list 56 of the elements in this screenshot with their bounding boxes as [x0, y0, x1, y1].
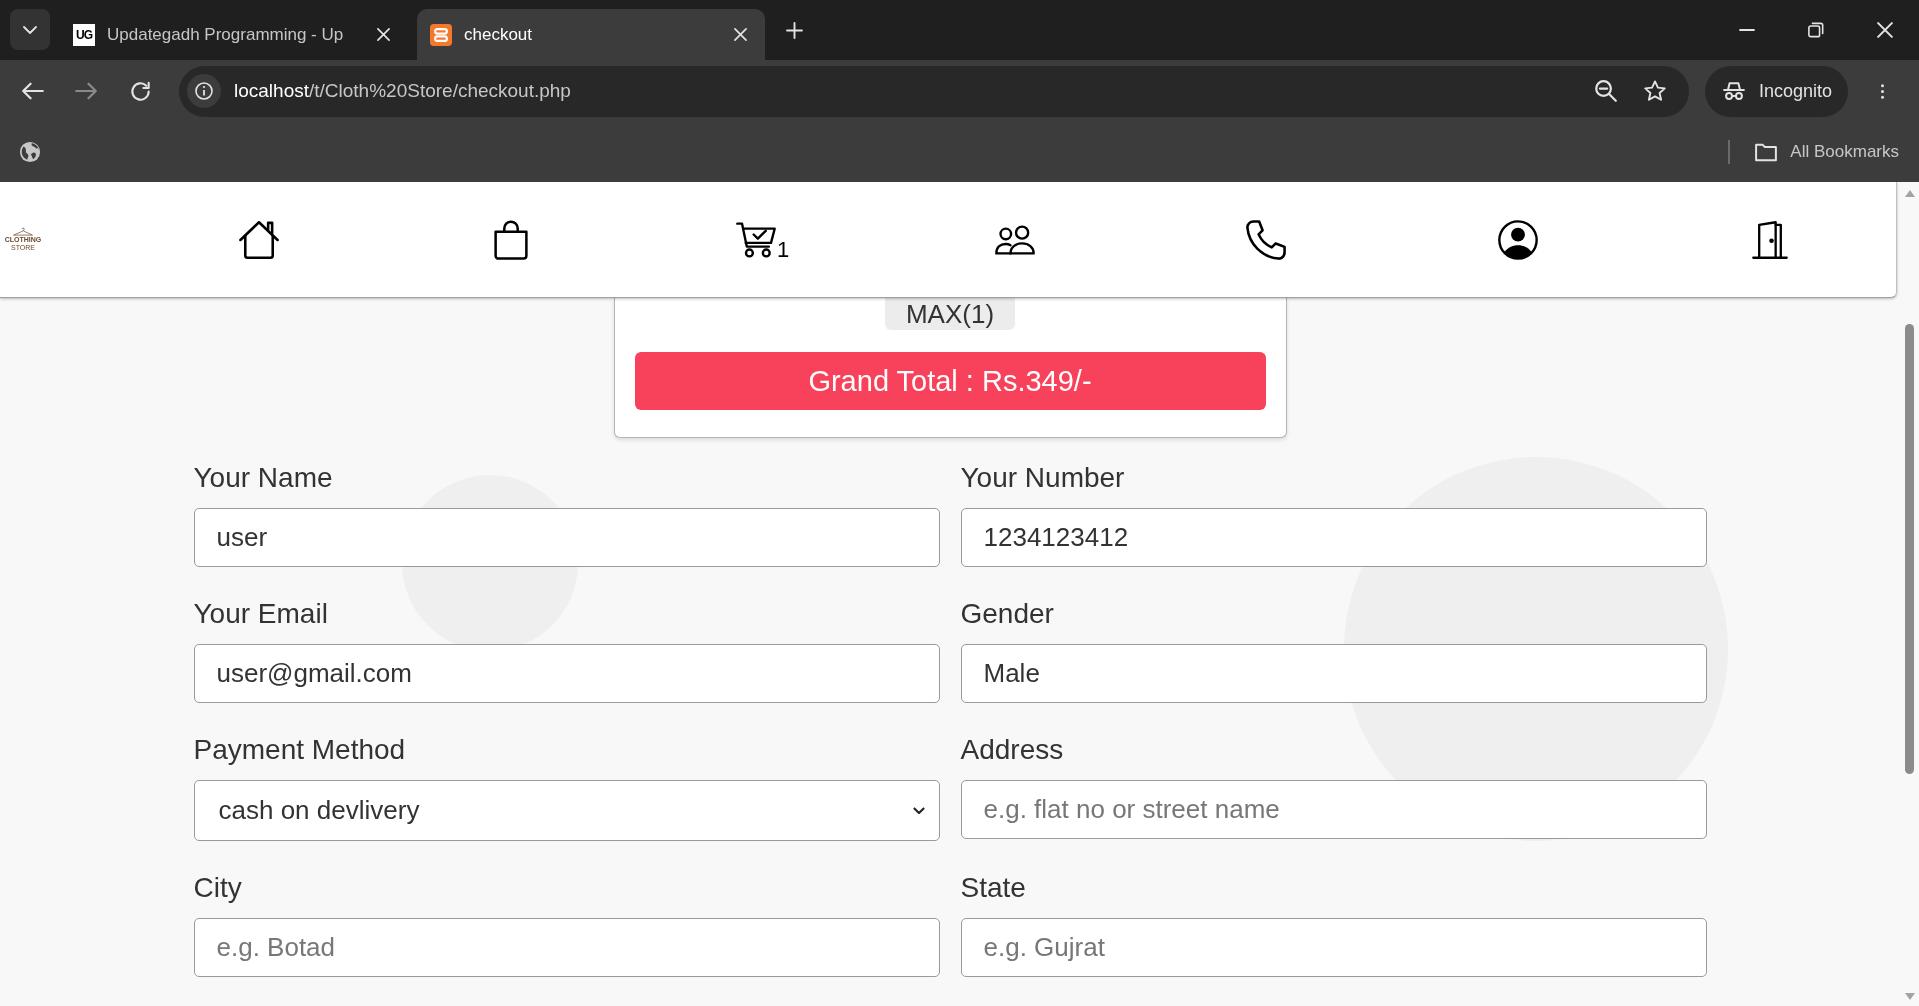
app-logo-icon	[430, 23, 452, 46]
info-icon[interactable]	[187, 74, 221, 108]
field-label: Gender	[960, 597, 1054, 631]
nav-link[interactable]	[238, 219, 279, 260]
minimize-icon[interactable]	[1738, 29, 1755, 31]
field-label: Your Name	[193, 461, 333, 495]
zoom-out-icon[interactable]	[1595, 80, 1617, 102]
new-tab-icon[interactable]	[786, 21, 803, 39]
incognito-button[interactable]: Incognito	[1705, 65, 1849, 117]
order-item-label: MAX(1)	[884, 298, 1016, 330]
field-label: Your Number	[960, 461, 1125, 495]
field-label: Address	[960, 733, 1064, 767]
input-field[interactable]: e.g. Botad	[193, 918, 940, 977]
close-tab-icon[interactable]	[734, 28, 747, 41]
browser-tab[interactable]: checkout	[417, 9, 765, 60]
menu-icon[interactable]	[1880, 81, 1886, 101]
input-field[interactable]: e.g. flat no or street name	[960, 780, 1707, 839]
nav-link[interactable]	[1498, 219, 1539, 260]
select-field[interactable]: cash on devlivery	[193, 780, 940, 841]
reload-icon[interactable]	[130, 80, 151, 102]
folder-icon	[1755, 141, 1778, 163]
nav-link[interactable]	[1752, 219, 1789, 260]
address-bar[interactable]: localhost/t/Cloth%20Store/checkout.php	[179, 65, 1689, 117]
scrollbar-thumb[interactable]	[1905, 324, 1914, 774]
incognito-icon	[1723, 80, 1745, 102]
back-arrow-icon[interactable]	[22, 80, 44, 102]
restore-icon[interactable]	[1807, 22, 1824, 38]
close-tab-icon[interactable]	[377, 28, 390, 41]
field-label: State	[960, 871, 1026, 905]
field-label: City	[193, 871, 242, 905]
field-label: Payment Method	[193, 733, 406, 767]
tab-search-button[interactable]	[10, 9, 50, 50]
phone-icon	[1246, 219, 1287, 260]
forward-arrow-icon[interactable]	[75, 80, 97, 102]
nav-link[interactable]: 1	[736, 219, 790, 260]
close-icon[interactable]	[1876, 22, 1893, 38]
field-label: Your Email	[193, 597, 328, 631]
hanger-icon	[12, 227, 34, 236]
input-field[interactable]: e.g. Gujrat	[960, 918, 1707, 977]
star-icon[interactable]	[1644, 80, 1666, 102]
input-field[interactable]: 1234123412	[960, 508, 1707, 567]
house-icon	[238, 219, 279, 260]
chevron-down-icon	[23, 25, 37, 34]
input-field[interactable]: Male	[960, 644, 1707, 703]
globe-icon[interactable]	[19, 141, 41, 163]
input-field[interactable]: user@gmail.com	[193, 644, 940, 703]
browser-tab[interactable]: UG Updategadh Programming - Up	[60, 9, 408, 60]
door-icon	[1752, 219, 1789, 260]
nav-link[interactable]	[1246, 219, 1287, 260]
person-circle-icon	[1498, 219, 1539, 260]
all-bookmarks-button[interactable]: All Bookmarks	[1755, 141, 1899, 163]
grand-total-banner: Grand Total : Rs.349/-	[634, 352, 1266, 410]
input-field[interactable]: user	[193, 508, 940, 567]
chevron-down-icon	[912, 807, 925, 814]
site-favicon: UG	[73, 23, 95, 46]
url-text[interactable]: localhost/t/Cloth%20Store/checkout.php	[234, 80, 571, 102]
